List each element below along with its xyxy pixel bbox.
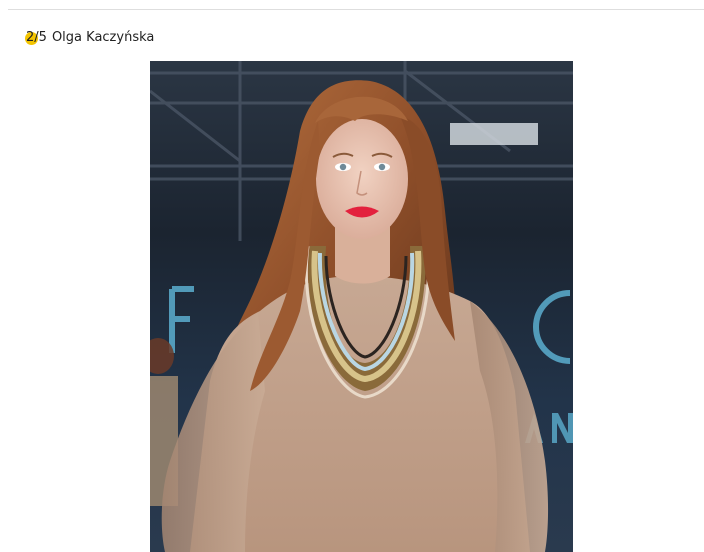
gallery-photo[interactable] <box>150 61 573 552</box>
counter-separator: / <box>34 29 39 45</box>
caption-name: Olga Kaczyńska <box>51 29 155 45</box>
top-divider <box>8 9 704 10</box>
counter-total: 5 <box>38 29 47 45</box>
slide-counter: 2/5 <box>25 29 47 45</box>
gallery-caption: 2/5 Olga Kaczyńska <box>25 28 155 46</box>
stage-light <box>450 123 538 145</box>
face <box>316 119 408 239</box>
